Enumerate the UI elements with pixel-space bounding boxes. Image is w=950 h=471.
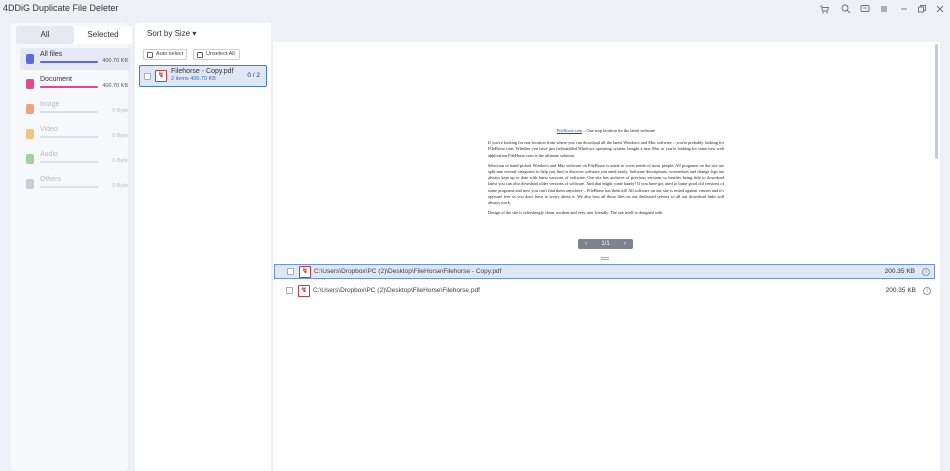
category-audio[interactable]: Audio 0 Byte xyxy=(20,148,130,170)
tab-selected[interactable]: Selected xyxy=(74,26,132,44)
category-size: 0 Byte xyxy=(112,183,128,189)
minimize-icon[interactable] xyxy=(897,2,911,15)
prev-page-button[interactable]: ‹ xyxy=(585,239,587,249)
preview-scrollbar[interactable] xyxy=(935,44,938,159)
group-panel: Sort by Size ▾ Auto select Unselect All … xyxy=(135,23,271,471)
category-bar xyxy=(40,61,98,63)
unselect-all-button[interactable]: Unselect All xyxy=(193,49,240,60)
category-icon xyxy=(26,154,34,164)
category-size: 400.70 KB xyxy=(102,83,128,89)
category-label: Video xyxy=(40,126,58,133)
file-path: C:\Users\Dropbox\PC (2)\Desktop\FileHors… xyxy=(313,287,480,294)
category-icon xyxy=(26,129,34,139)
pdf-icon: ↯ xyxy=(299,266,311,278)
category-label: Others xyxy=(40,176,62,183)
info-icon[interactable]: i xyxy=(922,268,930,276)
sort-dropdown[interactable]: Sort by Size ▾ xyxy=(147,29,196,38)
category-icon xyxy=(26,79,34,89)
search-icon[interactable] xyxy=(839,2,853,15)
unselect-icon xyxy=(197,51,203,58)
info-icon[interactable]: i xyxy=(923,287,931,295)
preview-header: FileHorse.com – One stop location for th… xyxy=(488,128,724,134)
close-icon[interactable] xyxy=(933,2,947,15)
category-size: 0 Byte xyxy=(112,133,128,139)
auto-select-button[interactable]: Auto select xyxy=(143,49,187,60)
file-row[interactable]: ↯ C:\Users\Dropbox\PC (2)\Desktop\FileHo… xyxy=(274,264,935,279)
category-label: Audio xyxy=(40,151,58,158)
preview-paragraph-1: If you're looking for one location from … xyxy=(488,140,724,158)
category-icon xyxy=(26,179,34,189)
page-indicator: 1/1 xyxy=(601,241,610,247)
group-count: 0 / 2 xyxy=(247,72,260,79)
category-all-files[interactable]: All files 400.70 KB xyxy=(20,48,130,70)
category-bar xyxy=(40,86,98,88)
preview-link[interactable]: FileHorse.com xyxy=(557,128,582,133)
file-row[interactable]: ↯ C:\Users\Dropbox\PC (2)\Desktop\FileHo… xyxy=(274,284,935,299)
title-bar: 4DDiG Duplicate File Deleter xyxy=(0,0,950,17)
next-page-button[interactable]: › xyxy=(624,239,626,249)
auto-select-label: Auto select xyxy=(156,51,184,57)
group-checkbox[interactable] xyxy=(144,73,151,80)
restore-icon[interactable] xyxy=(915,2,929,15)
category-document[interactable]: Document 400.70 KB xyxy=(20,73,130,95)
tab-all[interactable]: All xyxy=(16,26,74,44)
file-path: C:\Users\Dropbox\PC (2)\Desktop\FileHors… xyxy=(314,268,502,275)
auto-select-icon xyxy=(147,51,153,58)
pdf-icon: ↯ xyxy=(298,285,310,297)
menu-icon[interactable] xyxy=(877,2,891,15)
file-checkbox[interactable] xyxy=(287,268,294,275)
category-bar xyxy=(40,161,98,163)
group-name: Filehorse - Copy.pdf xyxy=(171,68,234,75)
category-video[interactable]: Video 0 Byte xyxy=(20,123,130,145)
view-toggle: All Selected xyxy=(16,26,132,44)
unselect-all-label: Unselect All xyxy=(206,51,235,57)
category-size: 0 Byte xyxy=(112,158,128,164)
app-title: 4DDiG Duplicate File Deleter xyxy=(3,3,119,13)
category-label: All files xyxy=(40,51,63,58)
resize-handle[interactable] xyxy=(601,257,609,260)
file-size: 200.35 KB xyxy=(884,268,915,275)
category-icon xyxy=(26,104,34,114)
file-checkbox[interactable] xyxy=(286,287,293,294)
preview-pager: ‹ 1/1 › xyxy=(578,239,633,249)
file-size: 200.35 KB xyxy=(885,287,916,294)
category-size: 400.70 KB xyxy=(102,58,128,64)
preview-paragraph-3: Design of the site is refreshingly clean… xyxy=(488,210,663,216)
cart-icon[interactable] xyxy=(817,2,831,15)
duplicate-group[interactable]: ↯ Filehorse - Copy.pdf 2 items 400.70 KB… xyxy=(139,65,267,87)
preview-header-text: – One stop location for the latest softw… xyxy=(582,128,656,133)
category-image[interactable]: Image 0 Byte xyxy=(20,98,130,120)
category-label: Image xyxy=(40,101,60,108)
group-meta: 2 items 400.70 KB xyxy=(171,76,216,82)
category-panel: All Selected All files 400.70 KB Document 4… xyxy=(10,23,132,471)
category-label: Document xyxy=(40,76,72,83)
pdf-icon: ↯ xyxy=(155,70,167,82)
feedback-icon[interactable] xyxy=(858,2,872,15)
category-bar xyxy=(40,186,98,188)
category-others[interactable]: Others 0 Byte xyxy=(20,173,130,195)
preview-paragraph-2: Selection of hand-picked Windows and Mac… xyxy=(488,162,724,206)
category-icon xyxy=(26,54,34,64)
category-bar xyxy=(40,111,98,113)
category-bar xyxy=(40,136,98,138)
category-size: 0 Byte xyxy=(112,108,128,114)
